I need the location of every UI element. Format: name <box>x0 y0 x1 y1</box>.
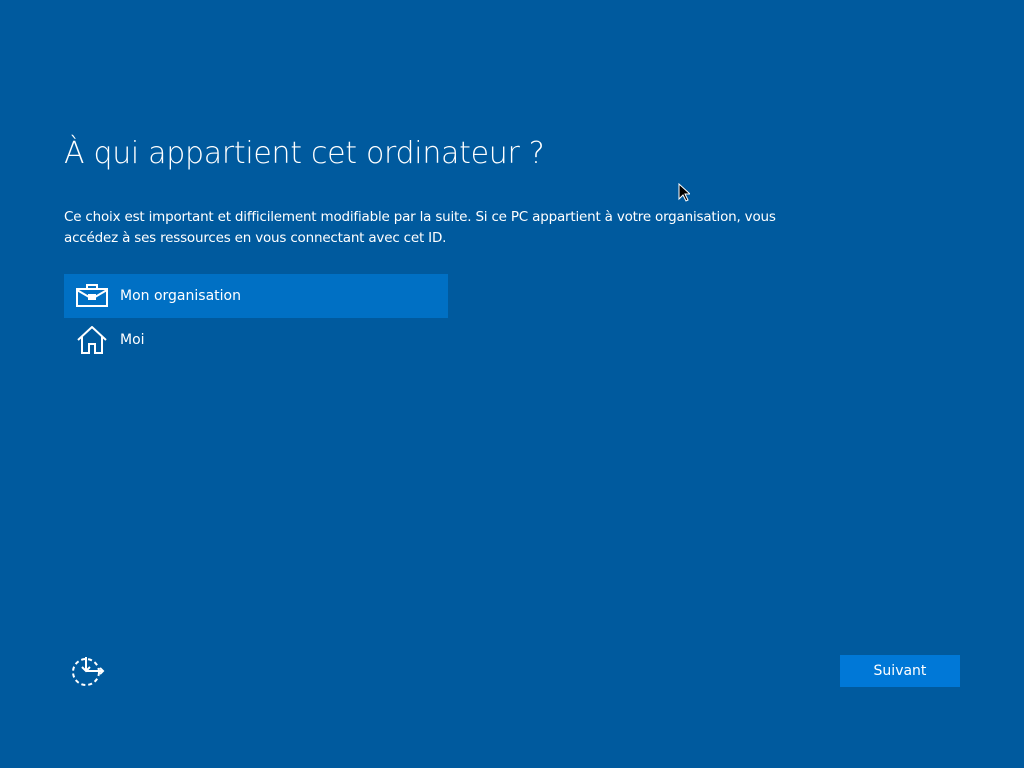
accessibility-icon[interactable] <box>70 655 106 687</box>
description: Ce choix est important et difficilement … <box>64 209 776 246</box>
page-title: À qui appartient cet ordinateur ? <box>64 136 545 171</box>
option-my-organization[interactable]: Mon organisation <box>64 274 448 318</box>
option-me[interactable]: Moi <box>64 318 448 362</box>
briefcase-icon <box>64 284 120 308</box>
next-button[interactable]: Suivant <box>840 655 960 687</box>
mouse-cursor-icon <box>678 182 692 206</box>
home-icon <box>64 326 120 354</box>
option-label: Moi <box>120 332 145 348</box>
option-label: Mon organisation <box>120 288 241 304</box>
